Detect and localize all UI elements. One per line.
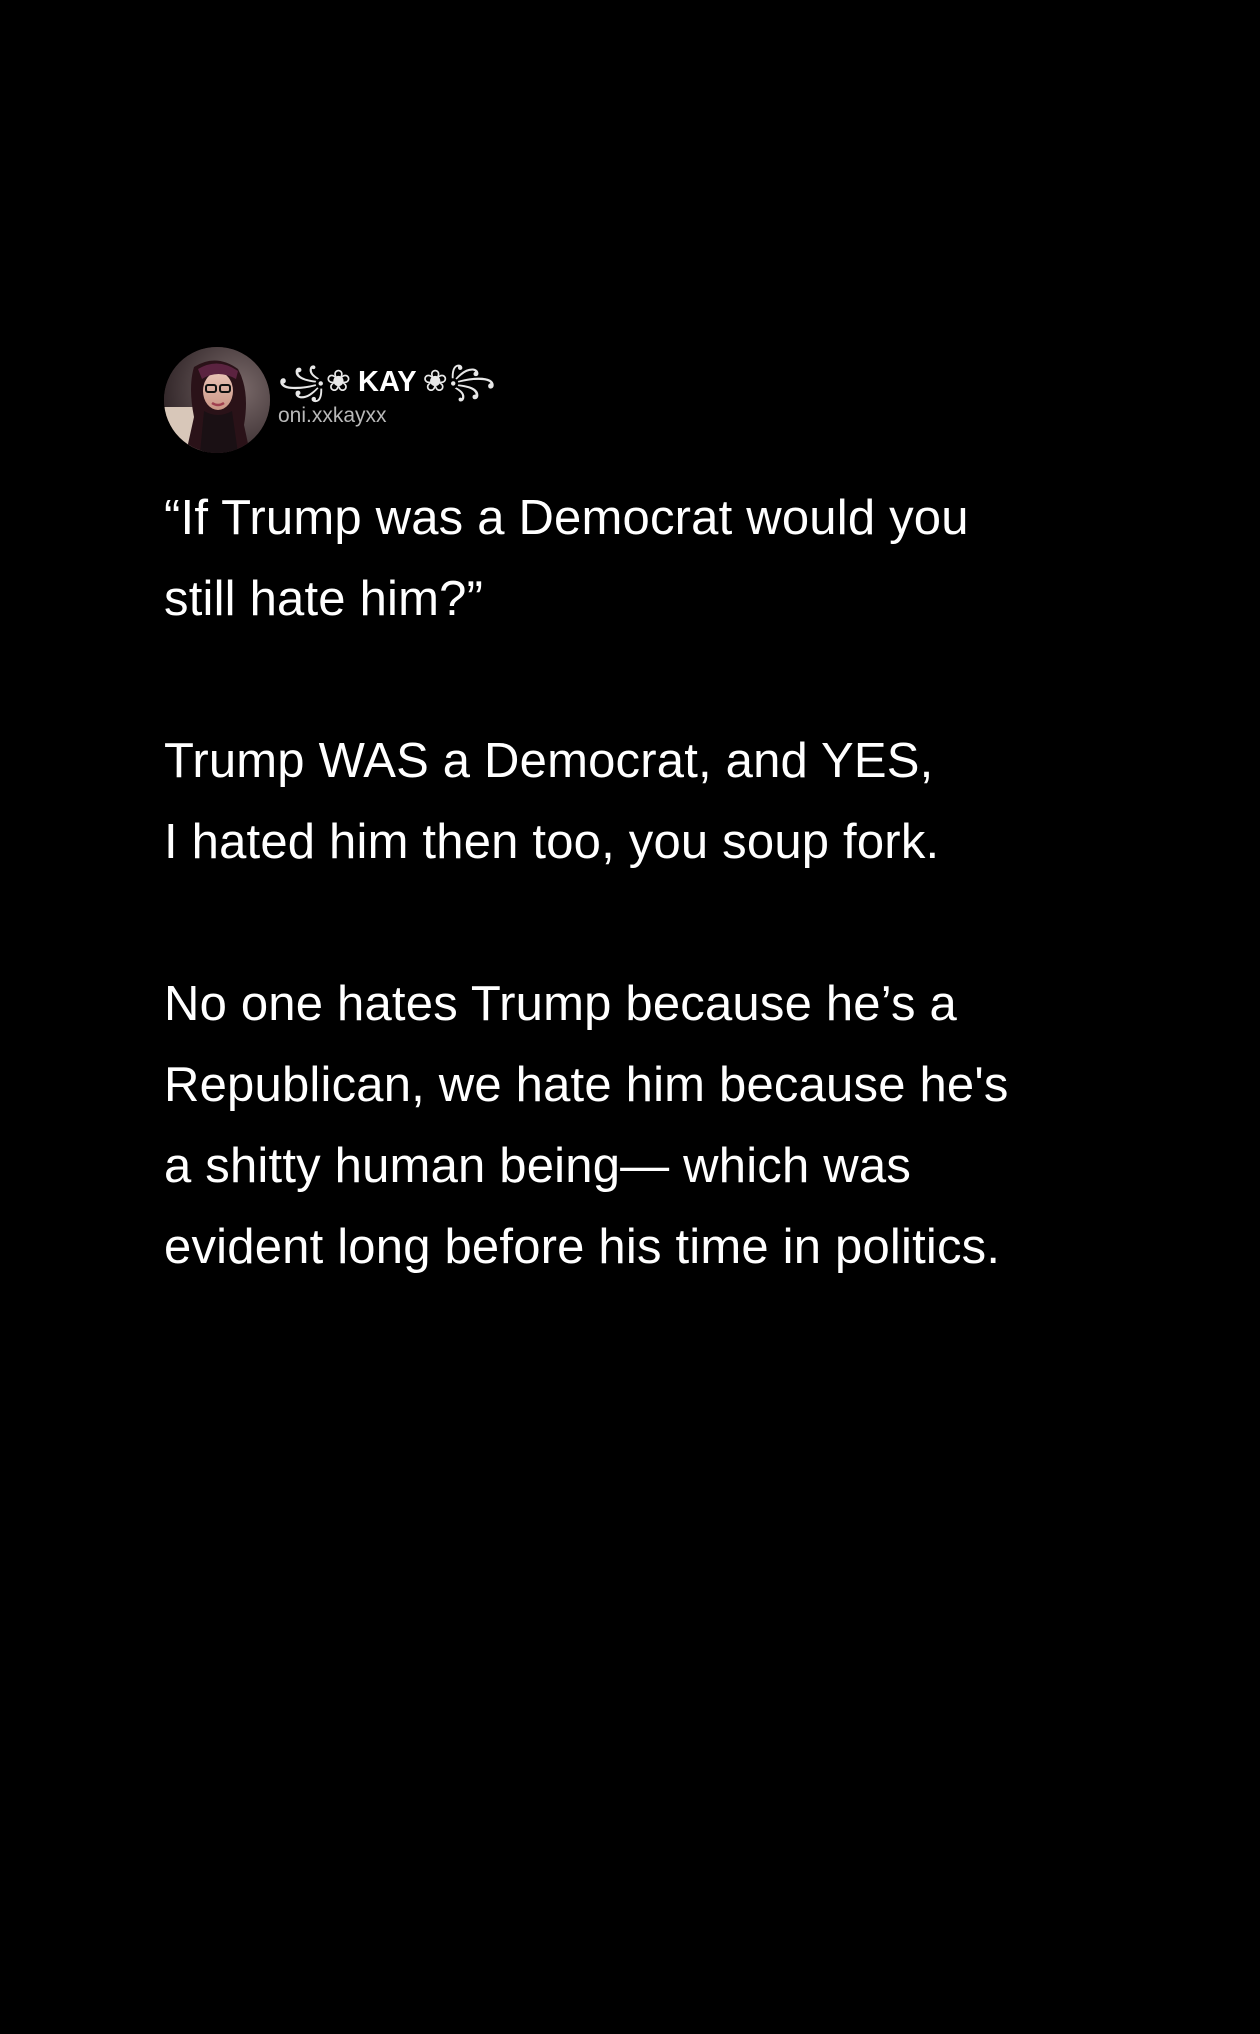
avatar-photo-icon — [164, 347, 270, 453]
decoration-right-icon: ❀꧂ — [422, 365, 497, 398]
author-info: ꧁❀ KAY ❀꧂ oni.xxkayxx — [278, 365, 497, 429]
post-body: “If Trump was a Democrat would you still… — [164, 478, 1164, 1288]
post-paragraph-2: Trump WAS a Democrat, and YES, I hated h… — [164, 734, 940, 869]
username-handle[interactable]: oni.xxkayxx — [278, 403, 497, 429]
avatar[interactable] — [164, 347, 270, 453]
post-header: ꧁❀ KAY ❀꧂ oni.xxkayxx — [164, 346, 1164, 454]
post-card: ꧁❀ KAY ❀꧂ oni.xxkayxx “If Trump was a De… — [164, 346, 1164, 1288]
post-paragraph-1: “If Trump was a Democrat would you still… — [164, 491, 969, 626]
display-name[interactable]: ꧁❀ KAY ❀꧂ — [278, 365, 497, 399]
post-paragraph-3: No one hates Trump because he’s a Republ… — [164, 977, 1009, 1274]
display-name-text: KAY — [358, 366, 417, 398]
decoration-left-icon: ꧁❀ — [278, 365, 352, 398]
